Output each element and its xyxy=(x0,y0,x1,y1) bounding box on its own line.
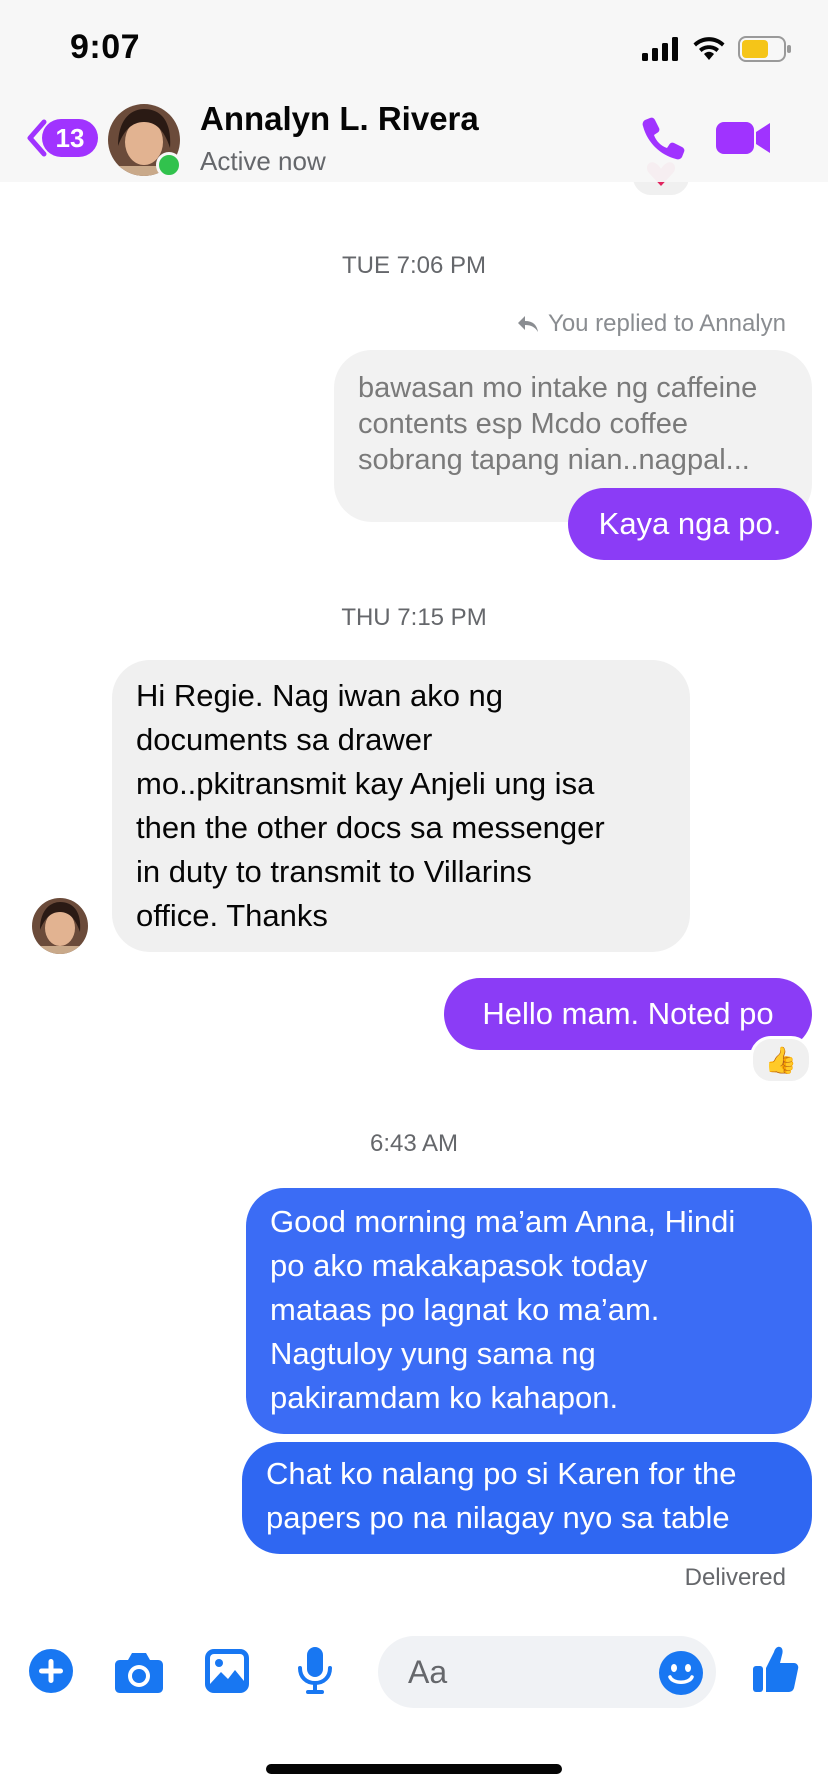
thumbs-up-reaction[interactable]: 👍 xyxy=(750,1036,812,1084)
message-line: office. Thanks xyxy=(136,898,328,933)
back-button[interactable]: 13 xyxy=(24,118,98,158)
emoji-button[interactable] xyxy=(658,1650,704,1696)
incoming-message[interactable]: Hi Regie. Nag iwan ako ng documents sa d… xyxy=(112,660,690,952)
message-line: mataas po lagnat ko ma’am. xyxy=(270,1292,660,1327)
message-line: then the other docs sa messenger xyxy=(136,810,605,845)
reply-arrow-icon xyxy=(518,316,539,332)
camera-button[interactable] xyxy=(114,1650,164,1694)
contact-status: Active now xyxy=(200,146,326,176)
photo-icon xyxy=(205,1649,249,1693)
plus-icon xyxy=(29,1649,73,1693)
message-line: Good morning ma’am Anna, Hindi xyxy=(270,1204,736,1239)
reply-label-text: You replied to Annalyn xyxy=(548,310,786,337)
reaction-emoji: 👍 xyxy=(764,1044,798,1075)
message-line: Nagtuloy yung sama ng xyxy=(270,1336,596,1371)
camera-icon xyxy=(115,1653,163,1693)
quoted-line: contents esp Mcdo coffee xyxy=(358,408,688,440)
more-actions-button[interactable] xyxy=(28,1648,74,1694)
message-line: papers po na nilagay nyo sa table xyxy=(266,1500,730,1535)
outgoing-message[interactable]: Good morning ma’am Anna, Hindi po ako ma… xyxy=(246,1188,812,1434)
signal-icon xyxy=(642,37,678,61)
gallery-button[interactable] xyxy=(204,1648,250,1694)
message-line: po ako makakapasok today xyxy=(270,1248,648,1283)
video-camera-icon xyxy=(716,122,770,154)
video-call-button[interactable] xyxy=(716,118,772,158)
thumbs-up-icon xyxy=(753,1646,799,1692)
message-line: mo..pkitransmit kay Anjeli ung isa xyxy=(136,766,595,801)
online-indicator xyxy=(156,152,182,178)
battery-icon xyxy=(738,36,791,62)
voice-message-button[interactable] xyxy=(296,1646,334,1696)
message-placeholder: Aa xyxy=(408,1654,448,1690)
message-line: in duty to transmit to Villarins xyxy=(136,854,532,889)
microphone-icon xyxy=(298,1647,332,1694)
contact-name[interactable]: Annalyn L. Rivera xyxy=(200,100,479,138)
delivery-status: Delivered xyxy=(684,1564,786,1591)
unread-badge: 13 xyxy=(42,119,98,157)
timestamp: TUE 7:06 PM xyxy=(341,252,487,279)
status-time: 9:07 xyxy=(70,28,141,66)
outgoing-message[interactable]: Kaya nga po. xyxy=(568,488,812,560)
message-line: Hi Regie. Nag iwan ako ng xyxy=(136,678,504,713)
message-line: Chat ko nalang po si Karen for the xyxy=(266,1456,737,1491)
timestamp: 6:43 AM xyxy=(369,1130,459,1157)
reply-label: You replied to Annalyn xyxy=(516,310,786,338)
like-button[interactable] xyxy=(752,1644,800,1694)
quoted-line: sobrang tapang nian..nagpal... xyxy=(358,444,750,476)
wifi-icon xyxy=(693,37,725,60)
message-line: pakiramdam ko kahapon. xyxy=(270,1380,619,1415)
voice-call-button[interactable] xyxy=(640,114,688,162)
home-indicator xyxy=(266,1764,562,1774)
status-icons xyxy=(642,36,792,62)
timestamp: THU 7:15 PM xyxy=(341,604,487,631)
outgoing-message[interactable]: Hello mam. Noted po xyxy=(444,978,812,1050)
phone-icon xyxy=(642,117,685,160)
emoji-icon xyxy=(659,1651,703,1695)
outgoing-message[interactable]: Chat ko nalang po si Karen for the paper… xyxy=(242,1442,812,1554)
message-line: documents sa drawer xyxy=(136,722,433,757)
sender-avatar[interactable] xyxy=(32,898,88,954)
quoted-line: bawasan mo intake ng caffeine xyxy=(358,372,758,404)
